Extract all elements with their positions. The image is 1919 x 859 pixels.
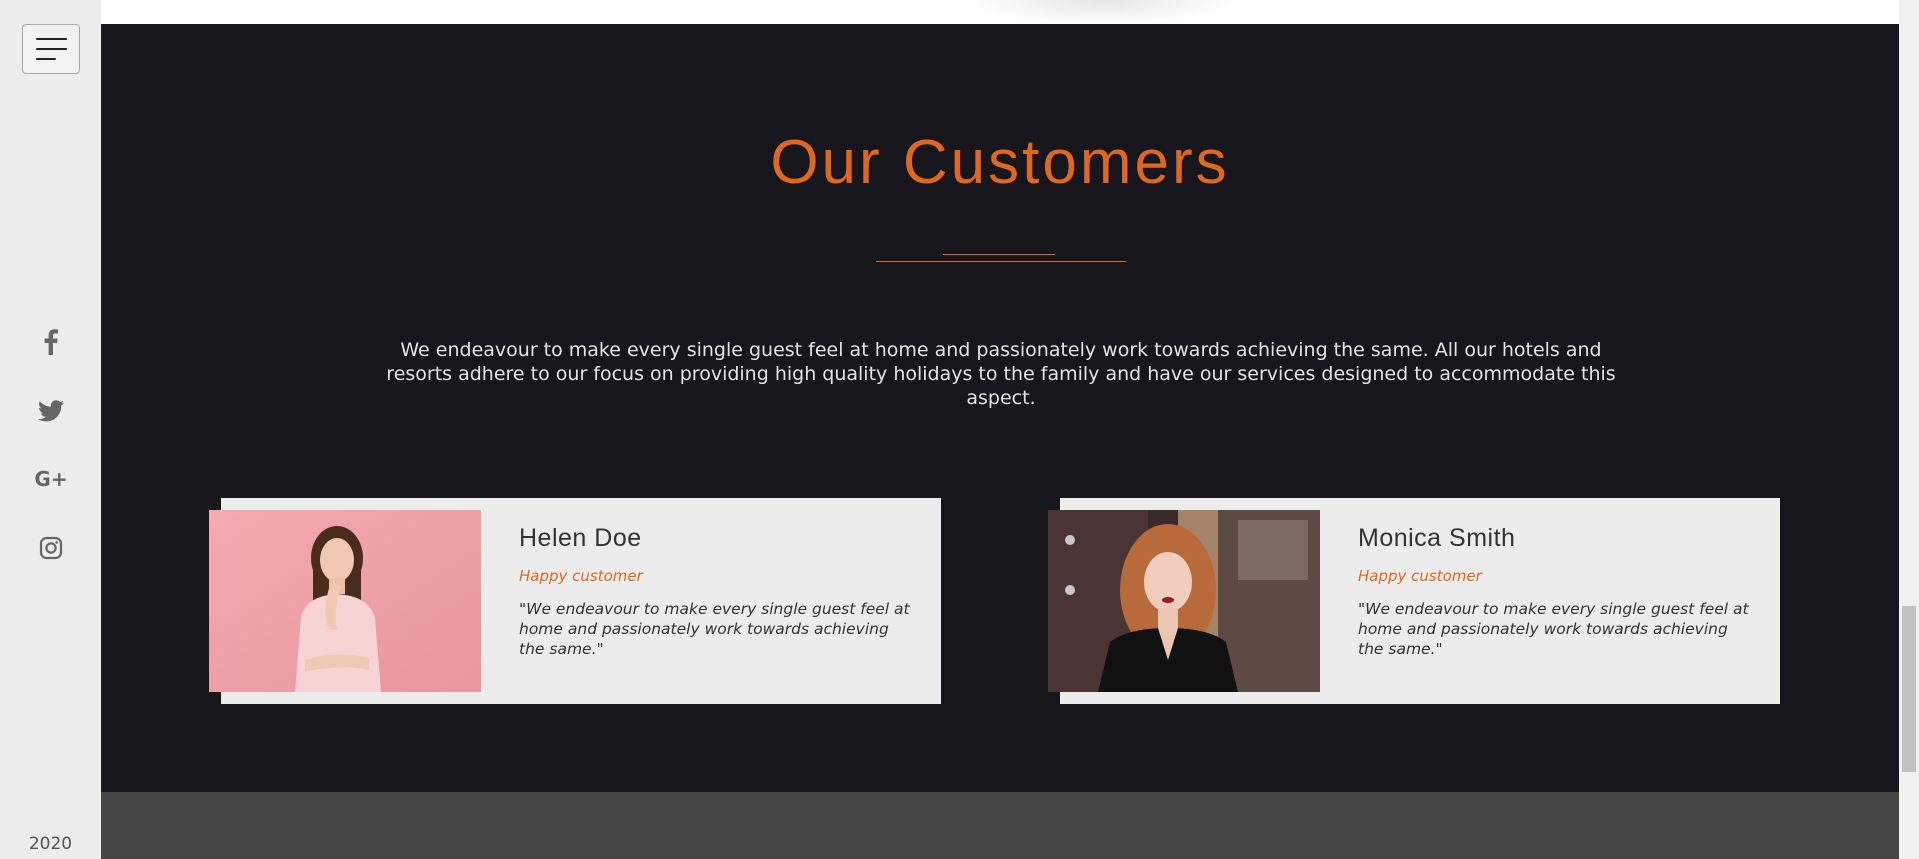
- customer-name: Helen Doe: [519, 524, 642, 552]
- next-section: [101, 792, 1899, 859]
- customer-photo-monica: [1048, 510, 1320, 692]
- title-divider-long: [876, 261, 1126, 262]
- twitter-link[interactable]: [30, 390, 72, 432]
- hamburger-line: [36, 58, 56, 60]
- customer-photo-helen: [209, 510, 481, 692]
- instagram-link[interactable]: [30, 527, 72, 569]
- copyright-year: 2020: [28, 834, 73, 854]
- customer-photo: [209, 510, 481, 692]
- facebook-link[interactable]: [30, 321, 72, 363]
- top-strip: [101, 0, 1899, 24]
- menu-button[interactable]: [22, 24, 80, 74]
- customer-name: Monica Smith: [1358, 524, 1516, 552]
- left-sidebar: G+ 2020: [0, 0, 101, 859]
- customer-role: Happy customer: [519, 567, 643, 585]
- facebook-icon: [44, 329, 58, 355]
- google-plus-icon: G+: [34, 467, 68, 491]
- section-title: Our Customers: [770, 128, 1230, 197]
- scrollbar-thumb[interactable]: [1902, 606, 1916, 772]
- section-intro: We endeavour to make every single guest …: [386, 339, 1616, 409]
- top-shadow: [961, 0, 1241, 24]
- customer-photo: [1048, 510, 1320, 692]
- instagram-icon: [39, 536, 63, 560]
- customer-quote: "We endeavour to make every single guest…: [519, 600, 910, 658]
- customers-section: Our Customers We endeavour to make every…: [101, 24, 1899, 792]
- customer-role: Happy customer: [1358, 567, 1482, 585]
- hamburger-line: [36, 48, 67, 50]
- twitter-icon: [38, 400, 64, 422]
- title-divider-short: [943, 254, 1055, 255]
- testimonial-text: Helen Doe Happy customer "We endeavour t…: [519, 524, 919, 659]
- google-plus-link[interactable]: G+: [30, 458, 72, 500]
- customer-quote: "We endeavour to make every single guest…: [1358, 600, 1749, 658]
- hamburger-menu-icon: [36, 38, 67, 40]
- testimonial-text: Monica Smith Happy customer "We endeavou…: [1358, 524, 1758, 659]
